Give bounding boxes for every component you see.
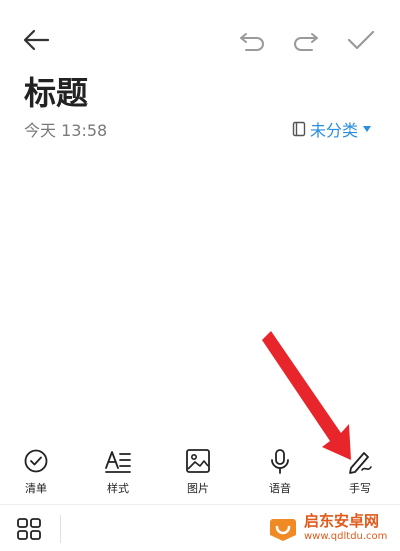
microphone-icon	[271, 449, 289, 474]
category-selector[interactable]: 未分类	[292, 117, 372, 141]
text-style-label: 样式	[107, 482, 129, 495]
note-timestamp: 今天 13:58	[24, 121, 108, 140]
bottom-divider	[60, 515, 61, 543]
handwriting-button[interactable]: 手写	[330, 448, 390, 496]
grid-icon	[17, 518, 41, 540]
text-style-icon	[105, 451, 131, 473]
watermark-url: www.qdltdu.com	[304, 531, 388, 542]
category-label: 未分类	[309, 121, 358, 140]
watermark-logo-icon	[270, 519, 296, 541]
undo-button[interactable]	[236, 28, 268, 54]
watermark: 启东安卓网 www.qdltdu.com	[268, 513, 387, 543]
handwriting-pen-icon	[349, 452, 372, 474]
bottom-bar: 启东安卓网 www.qdltdu.com	[0, 504, 400, 551]
image-icon	[186, 449, 210, 473]
undo-icon	[240, 33, 264, 51]
image-label: 图片	[187, 482, 209, 495]
text-style-button[interactable]: 样式	[88, 448, 148, 496]
image-button[interactable]: 图片	[168, 448, 228, 496]
check-icon	[347, 30, 375, 50]
app-grid-button[interactable]	[16, 517, 44, 543]
back-arrow-icon	[23, 29, 50, 51]
voice-label: 语音	[269, 482, 291, 495]
save-check-button[interactable]	[344, 26, 378, 54]
watermark-title: 启东安卓网	[304, 512, 380, 530]
notebook-icon	[292, 121, 306, 137]
dropdown-triangle-icon	[363, 126, 371, 132]
redo-button[interactable]	[290, 28, 322, 54]
handwriting-label: 手写	[349, 482, 371, 495]
bottom-toolbar: 清单 样式 图片 语音 手写	[0, 448, 400, 504]
back-button[interactable]	[18, 24, 54, 56]
checklist-icon	[24, 449, 48, 473]
voice-button[interactable]: 语音	[250, 448, 310, 496]
checklist-button[interactable]: 清单	[6, 448, 66, 496]
checklist-label: 清单	[25, 482, 47, 495]
redo-icon	[294, 33, 318, 51]
note-title[interactable]: 标题	[24, 68, 88, 114]
